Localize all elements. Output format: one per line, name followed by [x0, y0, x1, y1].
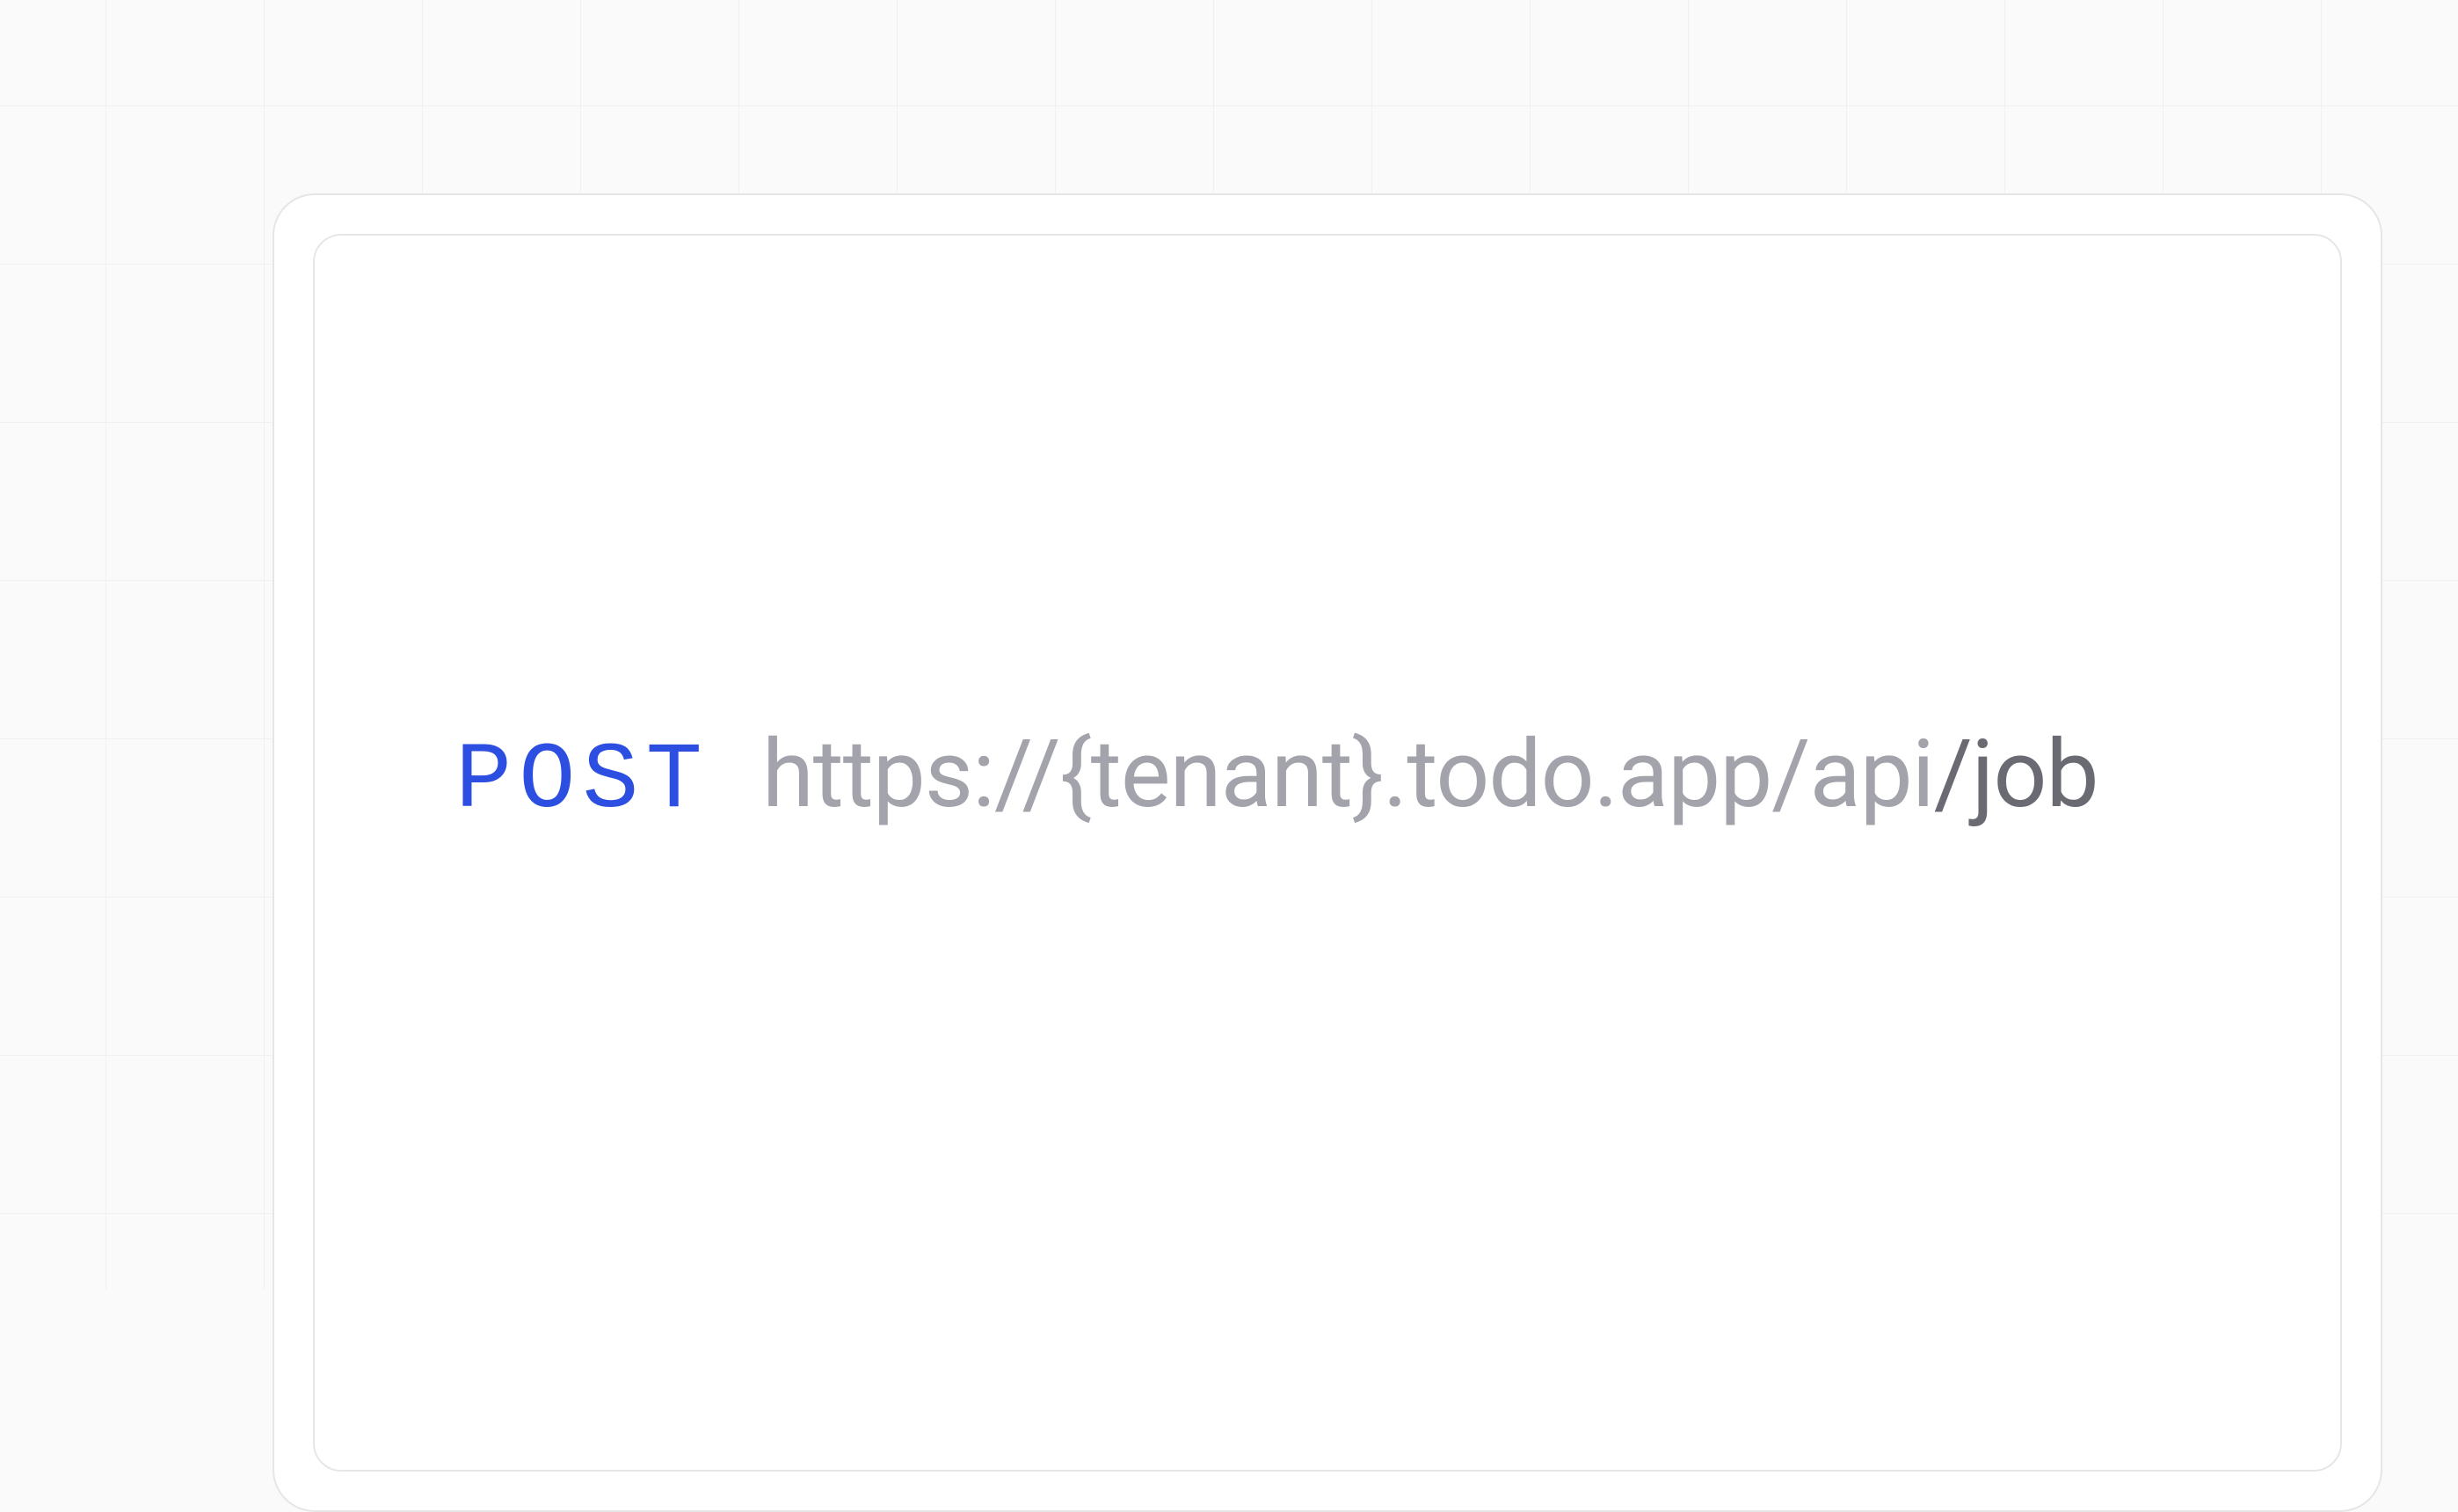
endpoint-url-path: /job	[1934, 720, 2098, 830]
http-method-badge: POST	[455, 735, 709, 829]
inner-card: POST https://{tenant}.todo.app/api/job	[313, 234, 2342, 1472]
api-endpoint-line: POST https://{tenant}.todo.app/api/job	[455, 728, 2098, 829]
outer-card: POST https://{tenant}.todo.app/api/job	[273, 193, 2382, 1512]
endpoint-url-base: https://{tenant}.todo.app/api	[762, 720, 1934, 830]
endpoint-url: https://{tenant}.todo.app/api/job	[762, 728, 2098, 822]
